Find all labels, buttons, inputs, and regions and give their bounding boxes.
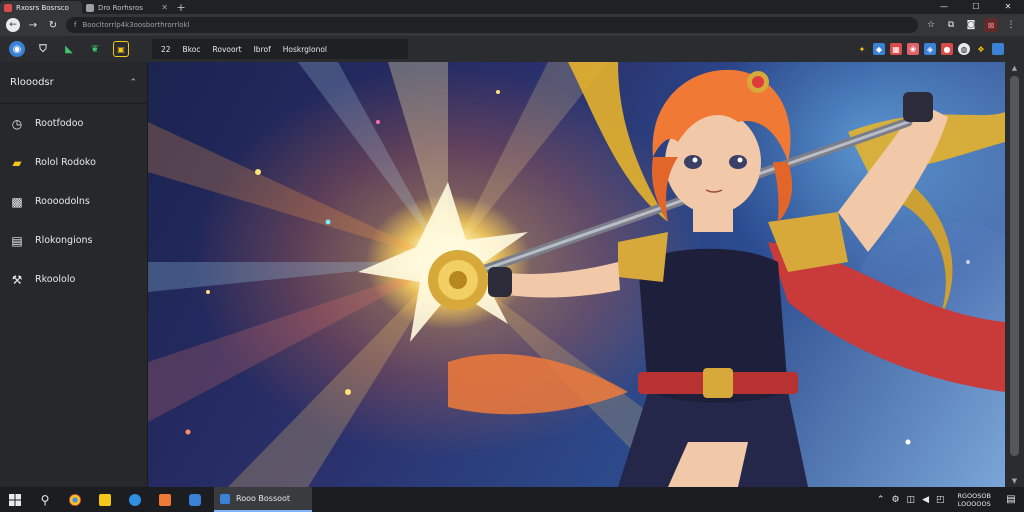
chat-icon: ▤ bbox=[11, 233, 23, 248]
network-icon[interactable]: ◫ bbox=[907, 495, 916, 505]
extension-red-icon[interactable]: ⊠ bbox=[984, 18, 998, 32]
ext-blue-icon[interactable]: ◆ bbox=[873, 43, 885, 55]
window-controls: — ☐ ✕ bbox=[928, 0, 1024, 12]
new-tab-button[interactable]: + bbox=[174, 1, 188, 14]
sidebar-item-recent[interactable]: ◷ Rootfodoo bbox=[0, 104, 147, 143]
tray-chevron-up-icon[interactable]: ⌃ bbox=[877, 495, 885, 505]
sidebar-item-images[interactable]: ▩ Roooodolns bbox=[0, 182, 147, 221]
tab-title: Rxosrs Bosrsco bbox=[16, 3, 69, 12]
chat-bookmark-icon[interactable]: ◣ bbox=[61, 41, 77, 57]
address-text: Boocltorrlp4k3oosborthrorrlokl bbox=[82, 21, 190, 29]
language-icon[interactable]: ◰ bbox=[936, 495, 945, 505]
folder-icon: ▰ bbox=[12, 155, 22, 170]
clock-icon: ◷ bbox=[11, 116, 23, 131]
bookmark-item[interactable]: Bkoc bbox=[178, 45, 206, 54]
browser-globe-icon[interactable]: ◉ bbox=[9, 41, 25, 57]
extensions-icon[interactable]: ⧉ bbox=[944, 18, 958, 32]
browser-toolbar: ← → ↻ f Boocltorrlp4k3oosborthrorrlokl ☆… bbox=[0, 14, 1024, 36]
start-button[interactable] bbox=[0, 487, 30, 512]
sidebar-item-label: Rootfodoo bbox=[35, 118, 84, 129]
notification-icon[interactable]: ▤ bbox=[1004, 493, 1018, 507]
bookmark-star-icon[interactable]: ☆ bbox=[924, 18, 938, 32]
bookmark-item[interactable]: Rovoort bbox=[207, 45, 246, 54]
ext-store-icon[interactable]: ◈ bbox=[924, 43, 936, 55]
tab-favicon-icon bbox=[86, 3, 94, 12]
sidebar: Rlooodsr ⌃ ◷ Rootfodoo ▰ Rolol Rodoko ▩ … bbox=[0, 62, 148, 487]
address-bar[interactable]: f Boocltorrlp4k3oosborthrorrlokl bbox=[66, 17, 918, 33]
bookmark-folder-group: 22 Bkoc Rovoort Ibrof Hoskrglonol bbox=[152, 39, 408, 59]
bookmark-item[interactable]: Hoskrglonol bbox=[278, 45, 332, 54]
window-app-icon bbox=[220, 493, 230, 504]
tab-title: Dro Rorhsros bbox=[98, 3, 143, 12]
ext-gold-icon[interactable]: ❖ bbox=[975, 43, 987, 55]
windows-logo-icon bbox=[9, 493, 21, 506]
minimize-button[interactable]: — bbox=[928, 0, 960, 12]
site-info-icon[interactable]: f bbox=[74, 21, 76, 29]
tray-settings-icon[interactable]: ⚙ bbox=[891, 495, 899, 505]
wrench-icon: ⚒ bbox=[11, 272, 23, 287]
sidebar-item-label: Rkoololo bbox=[35, 274, 76, 285]
extension-icons: ✦ ◆ ▦ ❀ ◈ ● ◍ ❖ bbox=[856, 43, 1020, 55]
file-explorer-icon[interactable] bbox=[90, 487, 120, 512]
maximize-button[interactable]: ☐ bbox=[960, 0, 992, 12]
volume-icon[interactable]: ◀ bbox=[922, 495, 929, 505]
taskbar: ⚲ Rooo Bossoot ⌃ ⚙ ◫ ◀ ◰ RGOOSOB LOOOOOS… bbox=[0, 487, 1024, 512]
shield-icon[interactable]: ◙ bbox=[964, 18, 978, 32]
reload-button[interactable]: ↻ bbox=[46, 18, 60, 32]
ext-red-icon[interactable]: ▦ bbox=[890, 43, 902, 55]
sidebar-item-label: Rlokongions bbox=[35, 235, 93, 246]
sidebar-item-folder[interactable]: ▰ Rolol Rodoko bbox=[0, 143, 147, 182]
ext-white-icon[interactable]: ◍ bbox=[958, 43, 970, 55]
store-icon[interactable] bbox=[150, 487, 180, 512]
tab-strip: Rxosrs Bosrsco Dro Rorhsros ✕ + — ☐ ✕ bbox=[0, 0, 1024, 14]
menu-kebab-icon[interactable]: ⋮ bbox=[1004, 18, 1018, 32]
chrome-taskbar-icon[interactable] bbox=[60, 487, 90, 512]
system-tray: ⌃ ⚙ ◫ ◀ ◰ RGOOSOB LOOOOOS ▤ bbox=[877, 492, 1024, 508]
bookmark-item[interactable]: Ibrof bbox=[249, 45, 276, 54]
tab-close-icon[interactable]: ✕ bbox=[161, 3, 168, 12]
anime-illustration bbox=[148, 62, 1005, 487]
sidebar-item-label: Roooodolns bbox=[35, 196, 90, 207]
leaf-bookmark-icon[interactable]: ❦ bbox=[87, 41, 103, 57]
back-button[interactable]: ← bbox=[6, 18, 20, 32]
page-scrollbar[interactable]: ▲ ▼ bbox=[1005, 62, 1024, 487]
app-blue-icon[interactable] bbox=[180, 487, 210, 512]
clock[interactable]: RGOOSOB LOOOOOS bbox=[952, 492, 998, 508]
ext-pink-icon[interactable]: ❀ bbox=[907, 43, 919, 55]
sidebar-title: Rlooodsr bbox=[10, 77, 54, 88]
box-bookmark-icon[interactable]: ▣ bbox=[113, 41, 129, 57]
close-window-button[interactable]: ✕ bbox=[992, 0, 1024, 12]
sidebar-item-tools[interactable]: ⚒ Rkoololo bbox=[0, 260, 147, 299]
scroll-down-icon[interactable]: ▼ bbox=[1005, 475, 1024, 487]
puzzle-icon[interactable]: ✦ bbox=[856, 43, 868, 55]
taskbar-active-window[interactable]: Rooo Bossoot bbox=[214, 487, 312, 512]
edge-icon[interactable] bbox=[120, 487, 150, 512]
image-icon: ▩ bbox=[11, 194, 23, 209]
clock-date: LOOOOOS bbox=[957, 499, 991, 508]
ext-square-icon[interactable] bbox=[992, 43, 1004, 55]
sidebar-header[interactable]: Rlooodsr ⌃ bbox=[0, 62, 147, 104]
taskbar-window-title: Rooo Bossoot bbox=[236, 494, 291, 503]
tab-favicon-icon bbox=[4, 3, 12, 12]
sidebar-item-label: Rolol Rodoko bbox=[35, 157, 96, 168]
main-artwork[interactable] bbox=[148, 62, 1005, 487]
forward-button[interactable]: → bbox=[26, 18, 40, 32]
ext-circle-icon[interactable]: ● bbox=[941, 43, 953, 55]
tab-active[interactable]: Rxosrs Bosrsco bbox=[0, 1, 82, 14]
bookmarks-bar: ◉ ⛉ ◣ ❦ ▣ 22 Bkoc Rovoort Ibrof Hoskrglo… bbox=[0, 36, 1024, 62]
sidebar-item-messages[interactable]: ▤ Rlokongions bbox=[0, 221, 147, 260]
bookmark-group-prefix: 22 bbox=[161, 44, 171, 54]
clock-time: RGOOSOB bbox=[957, 491, 992, 500]
chevron-up-icon[interactable]: ⌃ bbox=[129, 78, 137, 88]
shield-bookmark-icon[interactable]: ⛉ bbox=[35, 41, 51, 57]
scrollbar-thumb[interactable] bbox=[1010, 76, 1019, 456]
tab-inactive[interactable]: Dro Rorhsros ✕ bbox=[82, 1, 174, 14]
scroll-up-icon[interactable]: ▲ bbox=[1005, 62, 1024, 74]
search-icon[interactable]: ⚲ bbox=[30, 487, 60, 512]
